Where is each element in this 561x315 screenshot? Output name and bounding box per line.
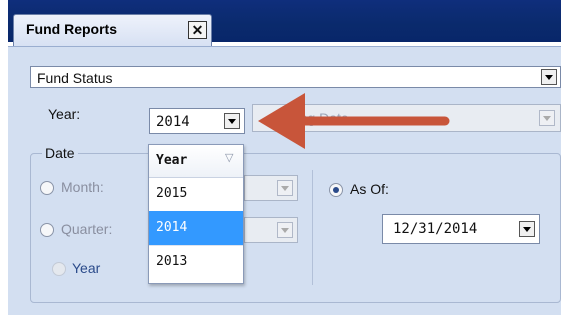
month-select[interactable]: [244, 175, 298, 201]
chevron-down-icon[interactable]: [539, 110, 555, 126]
quarter-radio[interactable]: [40, 223, 54, 237]
quarter-label: Quarter:: [61, 221, 113, 237]
close-icon[interactable]: ✕: [188, 21, 207, 39]
month-radio[interactable]: [40, 181, 54, 195]
group-separator: [312, 170, 313, 285]
chevron-down-icon[interactable]: [277, 222, 293, 238]
year-option[interactable]: 2015: [149, 177, 243, 212]
sort-icon[interactable]: ▽: [225, 151, 233, 164]
year-radio-label: Year: [72, 260, 101, 276]
as-of-date-picker[interactable]: 12/31/2014: [382, 214, 540, 244]
year-option[interactable]: 2014: [149, 211, 243, 246]
tab-fund-reports[interactable]: Fund Reports ✕: [13, 14, 212, 46]
as-of-date-value: 12/31/2014: [393, 221, 478, 237]
year-radio[interactable]: [52, 262, 66, 276]
chevron-down-icon[interactable]: [277, 180, 293, 196]
report-select[interactable]: Fund Status: [30, 66, 561, 88]
as-of-radio[interactable]: [329, 183, 343, 197]
report-select-value: Fund Status: [37, 70, 113, 86]
chevron-down-icon[interactable]: [224, 113, 240, 129]
tab-title: Fund Reports: [26, 21, 117, 37]
year-dropdown-list: Year ▽ 2015 2014 2013: [148, 144, 244, 284]
reporting-date-select[interactable]: ...ting Date: [252, 104, 561, 132]
year-option-label: 2015: [156, 186, 188, 201]
year-option-label: 2013: [156, 254, 188, 269]
as-of-label: As Of:: [350, 181, 389, 197]
month-label: Month:: [61, 179, 104, 195]
year-column-header: Year: [156, 153, 188, 168]
year-option[interactable]: 2013: [149, 245, 243, 279]
year-select[interactable]: 2014: [149, 108, 245, 134]
chevron-down-icon[interactable]: [541, 69, 557, 85]
year-select-value: 2014: [156, 114, 190, 130]
reporting-date-text: ...ting Date: [281, 110, 349, 126]
calendar-dropdown-icon[interactable]: [519, 221, 535, 237]
year-dropdown-header[interactable]: Year ▽: [149, 145, 243, 178]
date-group-legend: Date: [42, 145, 78, 161]
year-option-label: 2014: [156, 220, 188, 235]
year-label: Year:: [48, 106, 81, 122]
quarter-select[interactable]: [244, 217, 298, 243]
